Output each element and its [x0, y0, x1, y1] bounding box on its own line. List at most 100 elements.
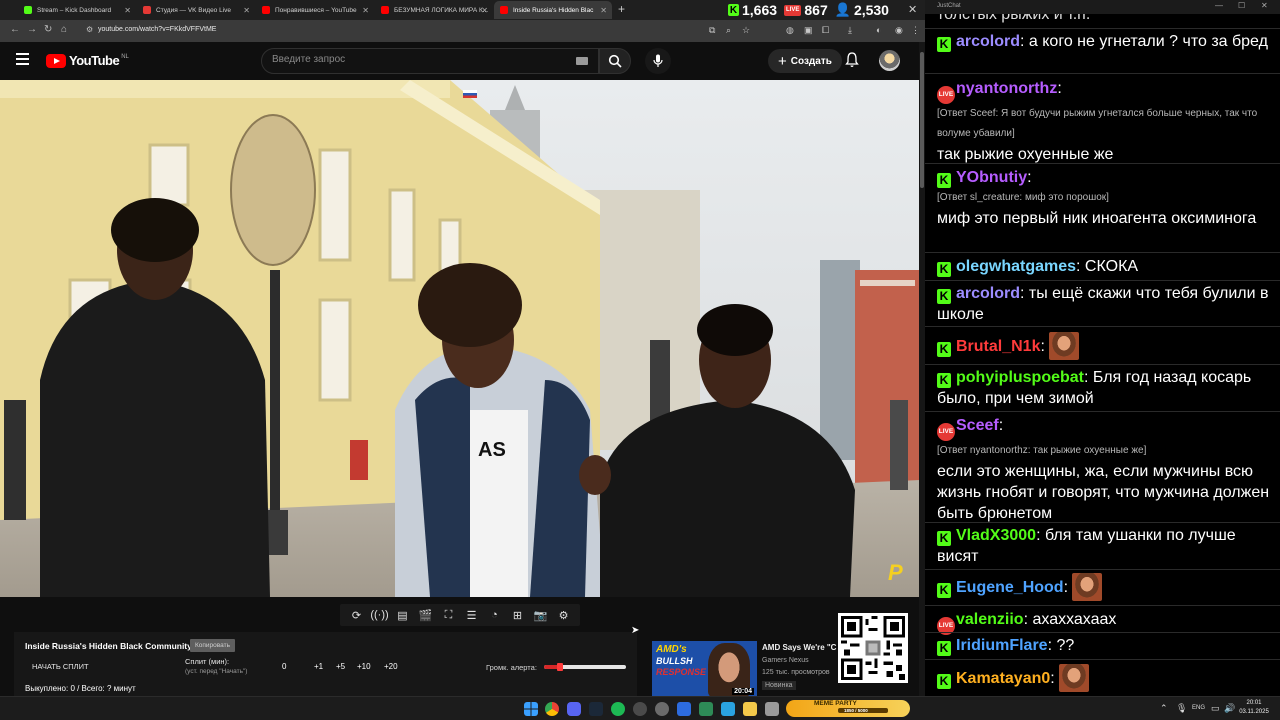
close-tab-icon[interactable]: ✕ [124, 6, 131, 15]
file-explorer-icon[interactable] [743, 702, 757, 716]
extension-icon[interactable]: ▣ [804, 25, 813, 36]
clock-date[interactable]: 03.11.2025 [1236, 709, 1272, 715]
loop-icon[interactable]: ⟳ [346, 606, 367, 624]
start-windows-icon[interactable] [524, 702, 538, 716]
spotify-icon[interactable] [611, 702, 625, 716]
site-info-icon[interactable]: ⚙ [86, 25, 93, 34]
app-icon[interactable] [655, 702, 669, 716]
obs-icon[interactable] [633, 702, 647, 716]
recommended-title[interactable]: AMD Says We're "C [762, 643, 840, 652]
chat-username[interactable]: Sceef [956, 417, 999, 434]
chat-panel[interactable]: толстых рыжих и т.п. Karcolord: а кого н… [925, 14, 1280, 696]
start-split-button[interactable]: НАЧАТЬ СПЛИТ [32, 662, 89, 671]
url-field[interactable]: youtube.com/watch?v=FKkdVFFVtME [98, 26, 216, 33]
recommended-channel[interactable]: Gamers Nexus [762, 657, 809, 664]
forward-icon[interactable]: → [27, 24, 37, 35]
copy-button[interactable]: Копировать [190, 639, 235, 652]
chat-username[interactable]: Eugene_Hood [956, 579, 1064, 596]
app-icon[interactable] [677, 702, 691, 716]
puzzle-icon[interactable]: ⧠ [822, 25, 829, 36]
chat-username[interactable]: Kamatayan0 [956, 670, 1050, 687]
tab-crazy-logic[interactable]: БЕЗУМНАЯ ЛОГИКА МИРА К... ✕ [375, 1, 493, 19]
subtitles-icon[interactable]: ▤ [392, 606, 413, 624]
add-20-button[interactable]: +20 [384, 662, 398, 671]
reload-icon[interactable]: ↻ [44, 24, 52, 35]
network-icon[interactable]: ▭ [1211, 703, 1220, 714]
avatar[interactable] [879, 50, 900, 71]
alert-volume-slider[interactable] [544, 663, 626, 671]
app-icon[interactable] [765, 702, 779, 716]
profile-icon[interactable]: ◉ [895, 25, 903, 36]
clapper-icon[interactable]: 🎬 [415, 606, 436, 624]
language-indicator[interactable]: ENG [1192, 705, 1205, 711]
microphone-icon[interactable]: 🎙 [1176, 703, 1187, 714]
bookmark-star-icon[interactable]: ☆ [742, 25, 750, 36]
scrollbar-thumb[interactable] [920, 52, 924, 188]
add-10-button[interactable]: +10 [357, 662, 371, 671]
chat-username[interactable]: nyantonorthz [956, 80, 1057, 97]
add-1-button[interactable]: +1 [314, 662, 323, 671]
app-icon[interactable] [699, 702, 713, 716]
profile-icon[interactable]: ◐ [876, 25, 881, 35]
window-close-icon[interactable]: ✕ [908, 3, 917, 16]
tab-inside-russia[interactable]: Inside Russia's Hidden Blac ✕ [494, 1, 612, 19]
chat-username[interactable]: arcolord [956, 285, 1020, 302]
chat-username[interactable]: pohyipluspoebat [956, 369, 1084, 386]
menu-icon[interactable] [16, 53, 29, 68]
close-tab-icon[interactable]: ✕ [600, 6, 607, 15]
download-icon[interactable]: ⤓ [848, 25, 852, 36]
voice-search-button[interactable] [645, 48, 671, 74]
close-icon[interactable]: ✕ [1261, 1, 1268, 10]
speed-icon[interactable]: ◔ [484, 606, 505, 624]
menu-dots-icon[interactable]: ⋮ [911, 25, 920, 36]
youtube-header: YouTube NL + Создать [0, 42, 920, 80]
chrome-icon[interactable] [545, 702, 559, 716]
chat-username[interactable]: VladX3000 [956, 527, 1036, 544]
chat-username[interactable]: arcolord [956, 33, 1020, 50]
chat-username[interactable]: valenziio [956, 611, 1024, 628]
screenshot-camera-icon[interactable]: 📷 [530, 606, 551, 624]
back-icon[interactable]: ← [10, 24, 20, 35]
telegram-icon[interactable] [721, 702, 735, 716]
chat-username[interactable]: IridiumFlare [956, 637, 1048, 654]
youtube-logo[interactable]: YouTube NL [46, 53, 129, 68]
add-5-button[interactable]: +5 [336, 662, 345, 671]
install-app-icon[interactable]: ⧉ [709, 25, 715, 36]
clock-time[interactable]: 20:01 [1236, 700, 1272, 706]
tab-vk-studio[interactable]: Студия — VK Видео Live ✕ [137, 1, 255, 19]
home-icon[interactable]: ⌂ [61, 24, 67, 35]
keyboard-icon[interactable] [576, 57, 588, 65]
recommended-thumbnail[interactable]: AMD's BULLSH RESPONSE 20:04 [652, 641, 757, 697]
maximize-icon[interactable]: ☐ [1238, 1, 1245, 10]
add-box-icon[interactable]: ⊞ [507, 606, 528, 624]
chat-username[interactable]: olegwhatgames [956, 258, 1076, 275]
tab-kick-dashboard[interactable]: Stream – Kick Dashboard ✕ [18, 1, 136, 19]
search-input[interactable] [272, 54, 572, 65]
close-tab-icon[interactable]: ✕ [362, 6, 369, 15]
chat-username[interactable]: YObnutiy [956, 169, 1027, 186]
create-button[interactable]: + Создать [768, 49, 842, 73]
steam-icon[interactable] [589, 702, 603, 716]
search-box[interactable] [261, 48, 599, 74]
notifications-bell-icon[interactable] [845, 52, 859, 68]
new-tab-button[interactable]: + [618, 2, 625, 16]
discord-icon[interactable] [567, 702, 581, 716]
chat-username[interactable]: Brutal_N1k [956, 338, 1040, 355]
fullscreen-icon[interactable]: ⛶ [438, 606, 459, 624]
video-player[interactable]: AS P [0, 80, 920, 597]
zoom-icon[interactable]: ⌕ [726, 25, 731, 36]
close-tab-icon[interactable]: ✕ [243, 6, 250, 15]
search-button[interactable] [599, 48, 631, 74]
broadcast-icon[interactable]: ((·)) [369, 606, 390, 624]
chevron-up-icon[interactable]: ⌃ [1160, 703, 1168, 714]
tab-liked-videos[interactable]: Понравившиеся – YouTube ✕ [256, 1, 374, 19]
minimize-icon[interactable]: — [1215, 1, 1223, 10]
split-minutes-value[interactable]: 0 [282, 662, 286, 671]
playlist-icon[interactable]: ☰ [461, 606, 482, 624]
meme-party-widget[interactable]: MEME PARTY 1850 / 5000 [786, 700, 910, 717]
settings-gear-icon[interactable]: ⚙ [553, 606, 574, 624]
volume-icon[interactable]: 🔊 [1224, 703, 1235, 714]
alert-volume-handle[interactable] [557, 663, 563, 671]
close-tab-icon[interactable]: ✕ [481, 6, 488, 15]
extension-icon[interactable]: ◍ [786, 25, 794, 36]
